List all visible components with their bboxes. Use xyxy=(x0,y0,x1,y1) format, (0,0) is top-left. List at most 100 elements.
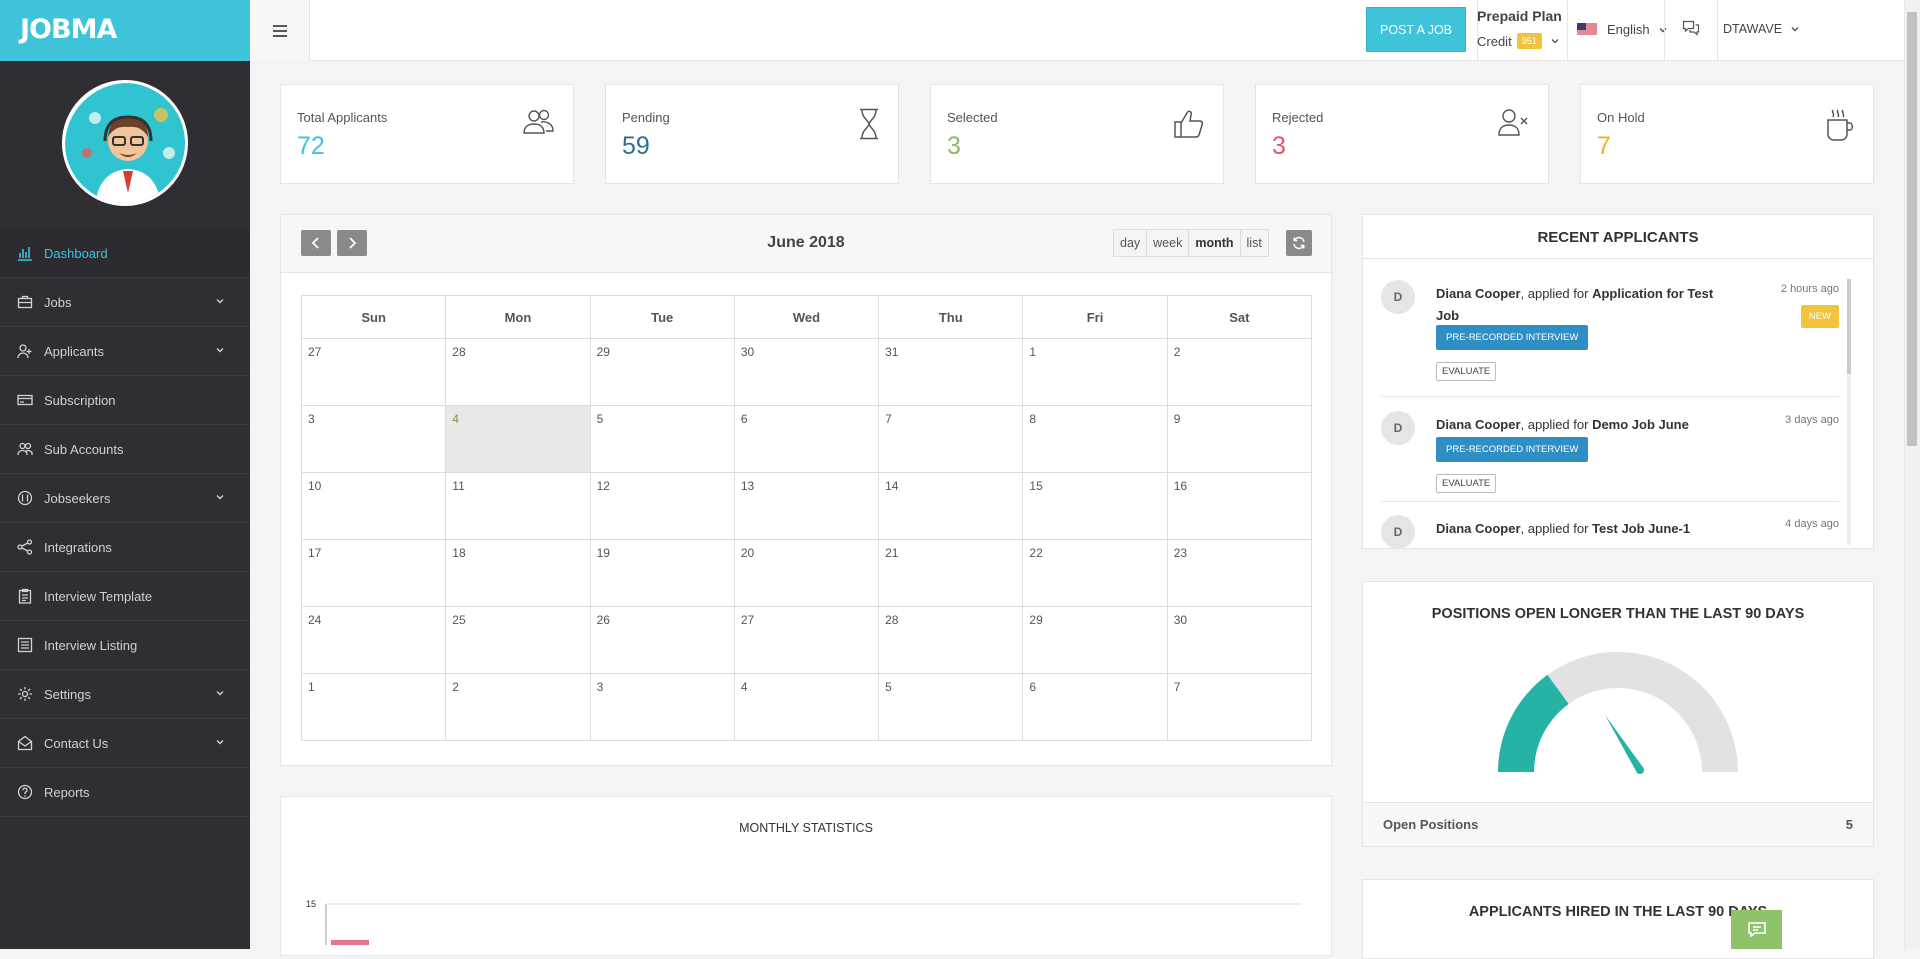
applicant-name[interactable]: Diana Cooper xyxy=(1436,417,1521,432)
stat-card-pending[interactable]: Pending 59 xyxy=(605,84,899,184)
view-list-button[interactable]: list xyxy=(1241,230,1268,256)
stat-card-selected[interactable]: Selected 3 xyxy=(930,84,1224,184)
chat-widget-button[interactable] xyxy=(1731,910,1782,949)
open-positions-footer[interactable]: Open Positions 5 xyxy=(1363,802,1873,846)
calendar-day-cell[interactable]: 6 xyxy=(734,406,880,473)
sidebar-item-applicants[interactable]: Applicants xyxy=(0,327,250,376)
stat-card-rejected[interactable]: Rejected 3 xyxy=(1255,84,1549,184)
pre-recorded-interview-button[interactable]: PRE-RECORDED INTERVIEW xyxy=(1436,325,1589,350)
calendar-day-cell[interactable]: 25 xyxy=(446,607,591,674)
pre-recorded-interview-button[interactable]: PRE-RECORDED INTERVIEW xyxy=(1436,437,1589,462)
calendar-day-cell[interactable]: 28 xyxy=(879,607,1024,674)
scrollbar-thumb[interactable] xyxy=(1907,12,1917,446)
view-week-button[interactable]: week xyxy=(1147,230,1190,256)
view-day-button[interactable]: day xyxy=(1114,230,1148,256)
job-name[interactable]: Test Job June-1 xyxy=(1592,521,1690,536)
calendar-day-cell[interactable]: 29 xyxy=(590,339,735,406)
calendar-day-cell[interactable]: 18 xyxy=(446,540,591,607)
calendar-day-cell[interactable]: 22 xyxy=(1023,540,1168,607)
calendar-day-cell[interactable]: 2 xyxy=(1167,339,1312,406)
applicant-item[interactable]: D Diana Cooper, applied for Application … xyxy=(1381,280,1839,397)
calendar-day-cell[interactable]: 12 xyxy=(590,473,735,540)
calendar-day-cell[interactable]: 15 xyxy=(1023,473,1168,540)
sidebar-item-dashboard[interactable]: Dashboard xyxy=(0,229,250,278)
sidebar-item-reports[interactable]: Reports xyxy=(0,768,250,817)
page-scrollbar[interactable] xyxy=(1904,0,1920,949)
sidebar-item-interview-listing[interactable]: Interview Listing xyxy=(0,621,250,670)
calendar-day-cell[interactable]: 13 xyxy=(734,473,880,540)
applicant-name[interactable]: Diana Cooper xyxy=(1436,521,1521,536)
user-menu[interactable]: DTAWAVE xyxy=(1723,22,1800,36)
panel-title: POSITIONS OPEN LONGER THAN THE LAST 90 D… xyxy=(1431,606,1805,622)
calendar-day-cell[interactable]: 21 xyxy=(879,540,1024,607)
calendar-day-cell[interactable]: 7 xyxy=(879,406,1024,473)
calendar-day-cell[interactable]: 1 xyxy=(302,674,447,741)
sidebar-item-label: Jobseekers xyxy=(44,490,111,506)
sidebar-item-integrations[interactable]: Integrations xyxy=(0,523,250,572)
menu-toggle-button[interactable] xyxy=(250,0,310,61)
calendar-day-cell[interactable]: 29 xyxy=(1023,607,1168,674)
calendar-day-cell[interactable]: 4 xyxy=(734,674,880,741)
stat-card-on-hold[interactable]: On Hold 7 xyxy=(1580,84,1874,184)
evaluate-button[interactable]: EVALUATE xyxy=(1436,474,1497,493)
day-of-week-header: Tue xyxy=(590,296,735,339)
calendar-day-cell[interactable]: 11 xyxy=(446,473,591,540)
calendar-day-cell[interactable]: 3 xyxy=(590,674,735,741)
calendar-day-cell[interactable]: 24 xyxy=(302,607,447,674)
sidebar-item-subscription[interactable]: Subscription xyxy=(0,376,250,425)
language-dropdown[interactable]: English xyxy=(1577,22,1668,37)
calendar-day-cell[interactable]: 3 xyxy=(302,406,447,473)
calendar-day-cell[interactable]: 10 xyxy=(302,473,447,540)
calendar-day-cell[interactable]: 20 xyxy=(734,540,880,607)
calendar-day-cell[interactable]: 30 xyxy=(1167,607,1312,674)
calendar-day-cell[interactable]: 7 xyxy=(1167,674,1312,741)
calendar-day-cell[interactable]: 27 xyxy=(734,607,880,674)
calendar-day-cell[interactable]: 23 xyxy=(1167,540,1312,607)
applicant-name[interactable]: Diana Cooper xyxy=(1436,286,1521,301)
day-of-week-header: Sat xyxy=(1167,296,1312,339)
chat-icon[interactable] xyxy=(1682,19,1700,37)
scrollbar-thumb[interactable] xyxy=(1847,279,1851,374)
applicant-item[interactable]: D Diana Cooper, applied for Demo Job Jun… xyxy=(1381,411,1839,502)
chevron-down-icon xyxy=(1791,27,1799,32)
sidebar-item-interview-template[interactable]: Interview Template xyxy=(0,572,250,621)
avatar[interactable] xyxy=(62,80,188,206)
calendar-day-cell[interactable]: 14 xyxy=(879,473,1024,540)
sidebar-item-label: Integrations xyxy=(44,539,112,555)
sidebar-item-jobseekers[interactable]: Jobseekers xyxy=(0,474,250,523)
calendar-day-cell[interactable]: 28 xyxy=(446,339,591,406)
calendar-day-cell[interactable]: 2 xyxy=(446,674,591,741)
calendar-day-cell[interactable]: 8 xyxy=(1023,406,1168,473)
sidebar-item-contact-us[interactable]: Contact Us xyxy=(0,719,250,768)
calendar-day-cell[interactable]: 6 xyxy=(1023,674,1168,741)
calendar-day-cell[interactable]: 5 xyxy=(879,674,1024,741)
day-of-week-header: Mon xyxy=(446,296,591,339)
calendar-day-cell[interactable]: 30 xyxy=(734,339,880,406)
calendar-day-cell[interactable]: 17 xyxy=(302,540,447,607)
user-plus-icon xyxy=(17,344,32,359)
post-a-job-button[interactable]: POST A JOB xyxy=(1366,7,1466,52)
stat-card-total-applicants[interactable]: Total Applicants 72 xyxy=(280,84,574,184)
sidebar-item-sub-accounts[interactable]: Sub Accounts xyxy=(0,425,250,474)
logo[interactable]: JOBMA xyxy=(20,14,117,45)
topbar: POST A JOB Prepaid Plan Credit 951 Engli… xyxy=(250,0,1904,61)
evaluate-button[interactable]: EVALUATE xyxy=(1436,362,1497,381)
calendar-day-cell[interactable]: 31 xyxy=(879,339,1024,406)
sidebar-item-settings[interactable]: Settings xyxy=(0,670,250,719)
calendar-day-cell-today[interactable]: 4 xyxy=(446,406,591,473)
avatar: D xyxy=(1381,515,1415,548)
view-month-button[interactable]: month xyxy=(1189,230,1241,256)
calendar-refresh-button[interactable] xyxy=(1286,230,1312,256)
calendar-day-cell[interactable]: 19 xyxy=(590,540,735,607)
calendar-day-cell[interactable]: 16 xyxy=(1167,473,1312,540)
job-name[interactable]: Demo Job June xyxy=(1592,417,1689,432)
monthly-statistics-chart: 15 xyxy=(306,899,1301,945)
applicant-item[interactable]: D Diana Cooper, applied for Test Job Jun… xyxy=(1381,515,1839,548)
calendar-day-cell[interactable]: 1 xyxy=(1023,339,1168,406)
calendar-day-cell[interactable]: 9 xyxy=(1167,406,1312,473)
sidebar-item-jobs[interactable]: Jobs xyxy=(0,278,250,327)
calendar-day-cell[interactable]: 5 xyxy=(590,406,735,473)
calendar-day-cell[interactable]: 27 xyxy=(302,339,447,406)
refresh-icon xyxy=(1293,236,1305,250)
calendar-day-cell[interactable]: 26 xyxy=(590,607,735,674)
